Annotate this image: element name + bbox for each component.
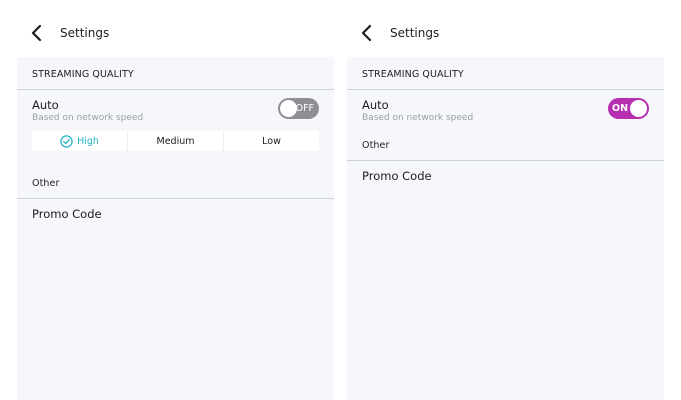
section-label-other: Other	[32, 178, 60, 189]
check-circle-icon	[60, 134, 73, 148]
quality-option-medium[interactable]: Medium	[128, 131, 224, 151]
quality-selector: High Medium Low	[32, 131, 319, 151]
section-label-streaming-quality: STREAMING QUALITY	[32, 69, 134, 80]
streaming-quality-section-header: STREAMING QUALITY	[17, 57, 334, 90]
page-title: Settings	[60, 26, 110, 40]
quality-option-label: Medium	[156, 135, 195, 147]
auto-toggle-switch[interactable]: ON	[608, 98, 649, 119]
promo-code-item[interactable]: Promo Code	[362, 169, 432, 183]
settings-panel: STREAMING QUALITY Auto Based on network …	[347, 57, 664, 400]
streaming-quality-section-header: STREAMING QUALITY	[347, 57, 664, 90]
quality-option-high[interactable]: High	[32, 131, 128, 151]
quality-option-label: High	[77, 135, 99, 147]
back-arrow-icon[interactable]	[30, 24, 44, 42]
auto-toggle-switch[interactable]: OFF	[278, 98, 319, 119]
toggle-knob	[630, 100, 647, 117]
auto-title: Auto	[32, 98, 59, 112]
header-bar: Settings	[0, 0, 338, 57]
auto-subtitle: Based on network speed	[362, 113, 474, 123]
header-bar: Settings	[338, 0, 681, 57]
section-label-streaming-quality: STREAMING QUALITY	[362, 69, 464, 80]
back-arrow-icon[interactable]	[360, 24, 374, 42]
toggle-state-label: OFF	[295, 103, 314, 114]
toggle-state-label: ON	[612, 103, 629, 114]
auto-quality-row: Auto Based on network speed ON	[347, 90, 664, 130]
other-section-header: Other	[17, 166, 334, 199]
section-label-other: Other	[362, 140, 390, 151]
page-title: Settings	[390, 26, 440, 40]
toggle-knob	[280, 100, 297, 117]
promo-code-item[interactable]: Promo Code	[32, 207, 102, 221]
quality-option-low[interactable]: Low	[224, 131, 319, 151]
auto-quality-row: Auto Based on network speed OFF	[17, 90, 334, 130]
settings-screen-auto-off: Settings STREAMING QUALITY Auto Based on…	[0, 0, 338, 400]
other-section-header: Other	[347, 128, 664, 161]
auto-subtitle: Based on network speed	[32, 113, 144, 123]
settings-screen-auto-on: Settings STREAMING QUALITY Auto Based on…	[338, 0, 681, 400]
auto-title: Auto	[362, 98, 389, 112]
quality-option-label: Low	[262, 135, 281, 147]
settings-panel: STREAMING QUALITY Auto Based on network …	[17, 57, 334, 400]
